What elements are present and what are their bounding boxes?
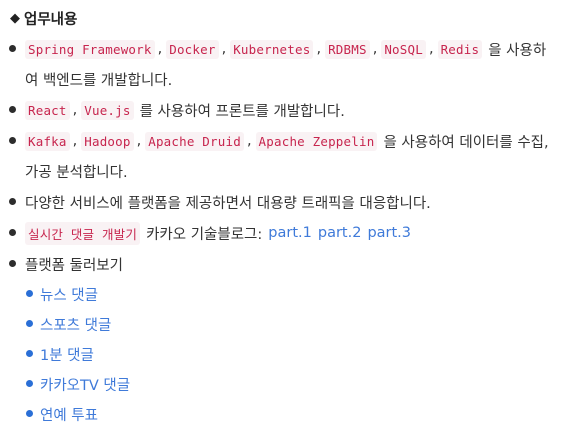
code-nosql: NoSQL — [381, 39, 426, 59]
link-1min-comment[interactable]: 1분 댓글 — [40, 344, 94, 365]
code-apache-zeppelin: Apache Zeppelin — [255, 131, 378, 151]
section-heading: ◆ 업무내용 — [10, 7, 77, 29]
code-docker: Docker — [166, 39, 219, 59]
bullet-icon — [9, 106, 16, 113]
code-rdbms: RDBMS — [325, 39, 370, 59]
link-part-2[interactable]: part.2 — [318, 225, 362, 241]
code-react: React — [25, 100, 70, 120]
bullet-icon — [26, 290, 33, 297]
bullet-icon — [9, 45, 16, 52]
code-hadoop: Hadoop — [81, 131, 134, 151]
sub-item-1min[interactable]: 1분 댓글 — [40, 342, 94, 366]
code-vuejs: Vue.js — [81, 100, 134, 120]
code-kubernetes: Kubernetes — [230, 39, 314, 59]
bullet-icon — [26, 380, 33, 387]
code-apache-druid: Apache Druid — [145, 131, 244, 151]
sub-item-sports[interactable]: 스포츠 댓글 — [40, 312, 111, 336]
bullet-icon — [9, 137, 16, 144]
link-sports-comment[interactable]: 스포츠 댓글 — [40, 314, 111, 335]
list-item-platform: 플랫폼 둘러보기 — [25, 252, 123, 276]
bullet-icon — [26, 410, 33, 417]
item-continuation: 여 백엔드를 개발합니다. — [25, 72, 173, 89]
item-continuation: 가공 분석합니다. — [25, 164, 128, 181]
bullet-icon — [26, 350, 33, 357]
bullet-icon — [9, 260, 16, 267]
link-kakaotv-comment[interactable]: 카카오TV 댓글 — [40, 374, 130, 395]
sub-item-entertainment[interactable]: 연예 투표 — [40, 402, 98, 426]
list-item-data: Kafka, Hadoop, Apache Druid, Apache Zepp… — [25, 129, 549, 153]
item-text: 을 사용하여 데이터를 수집, — [383, 134, 549, 151]
list-item-frontend: React, Vue.js 를 사용하여 프론트를 개발합니다. — [25, 98, 345, 122]
bullet-icon — [26, 320, 33, 327]
bullet-icon — [9, 229, 16, 236]
sub-item-kakaotv[interactable]: 카카오TV 댓글 — [40, 372, 130, 396]
code-realtime-comment: 실시간 댓글 개발기 — [25, 221, 141, 245]
item-text: 을 사용하 — [488, 42, 547, 59]
list-item-backend: Spring Framework, Docker, Kubernetes, RD… — [25, 37, 546, 61]
sub-item-news[interactable]: 뉴스 댓글 — [40, 282, 98, 306]
link-part-1[interactable]: part.1 — [268, 225, 312, 241]
list-item-blog: 실시간 댓글 개발기 카카오 기술블로그: part.1 part.2 part… — [25, 221, 411, 245]
item-text: 카카오 기술블로그: — [146, 226, 263, 243]
bullet-icon — [9, 198, 16, 205]
list-item-traffic: 다양한 서비스에 플랫폼을 제공하면서 대용량 트래픽을 대응합니다. — [25, 190, 431, 214]
code-redis: Redis — [437, 39, 483, 59]
code-kafka: Kafka — [25, 131, 70, 151]
link-entertainment-vote[interactable]: 연예 투표 — [40, 404, 98, 425]
diamond-icon: ◆ — [10, 10, 20, 26]
item-text: 를 사용하여 프론트를 개발합니다. — [139, 103, 345, 120]
link-news-comment[interactable]: 뉴스 댓글 — [40, 284, 98, 305]
section-title: 업무내용 — [24, 11, 78, 28]
work-content-section: ◆ 업무내용 Spring Framework, Docker, Kuberne… — [0, 0, 587, 434]
item-text: 플랫폼 둘러보기 — [25, 257, 123, 274]
item-text: 다양한 서비스에 플랫폼을 제공하면서 대용량 트래픽을 대응합니다. — [25, 195, 431, 212]
link-part-3[interactable]: part.3 — [367, 225, 411, 241]
code-spring-framework: Spring Framework — [25, 39, 155, 59]
